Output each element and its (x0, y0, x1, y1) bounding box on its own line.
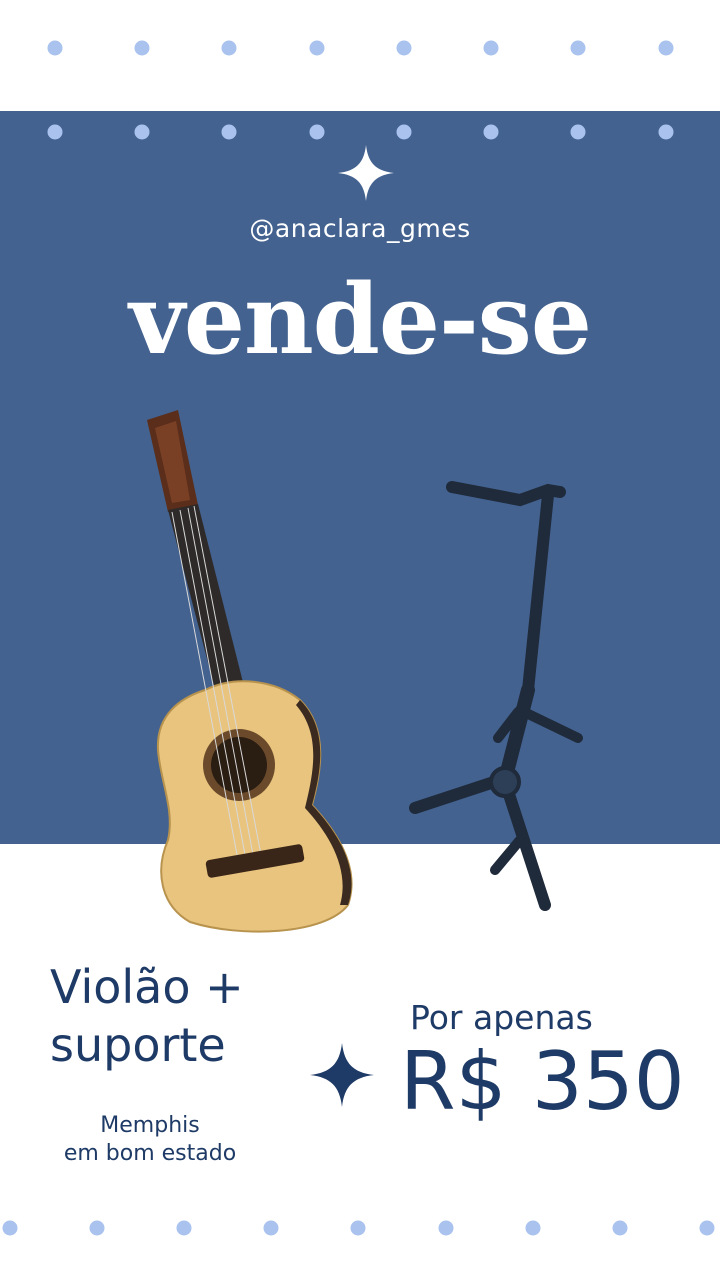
decor-dot (263, 1220, 279, 1236)
decor-dot (350, 1220, 366, 1236)
decor-dot (699, 1220, 715, 1236)
product-line-2: suporte (50, 1018, 226, 1072)
guitar-photo (147, 410, 353, 933)
product-illustration (147, 410, 583, 933)
decor-dot (176, 1220, 192, 1236)
guitar-stand-photo (409, 481, 583, 911)
decor-dot (89, 1220, 105, 1236)
decor-dot (2, 1220, 18, 1236)
bottom-dot-row (0, 1218, 720, 1238)
sparkle-icon (310, 1043, 374, 1107)
product-details: Memphis em bom estado (40, 1112, 260, 1168)
decor-dot (438, 1220, 454, 1236)
brand-label: Memphis (100, 1113, 200, 1138)
product-name: Violão + suporte (50, 958, 244, 1074)
condition-label: em bom estado (63, 1141, 237, 1166)
price-value: R$ 350 (400, 1035, 685, 1128)
decor-dot (525, 1220, 541, 1236)
price-prefix: Por apenas (410, 998, 593, 1037)
product-line-1: Violão + (50, 960, 244, 1014)
decor-dot (612, 1220, 628, 1236)
